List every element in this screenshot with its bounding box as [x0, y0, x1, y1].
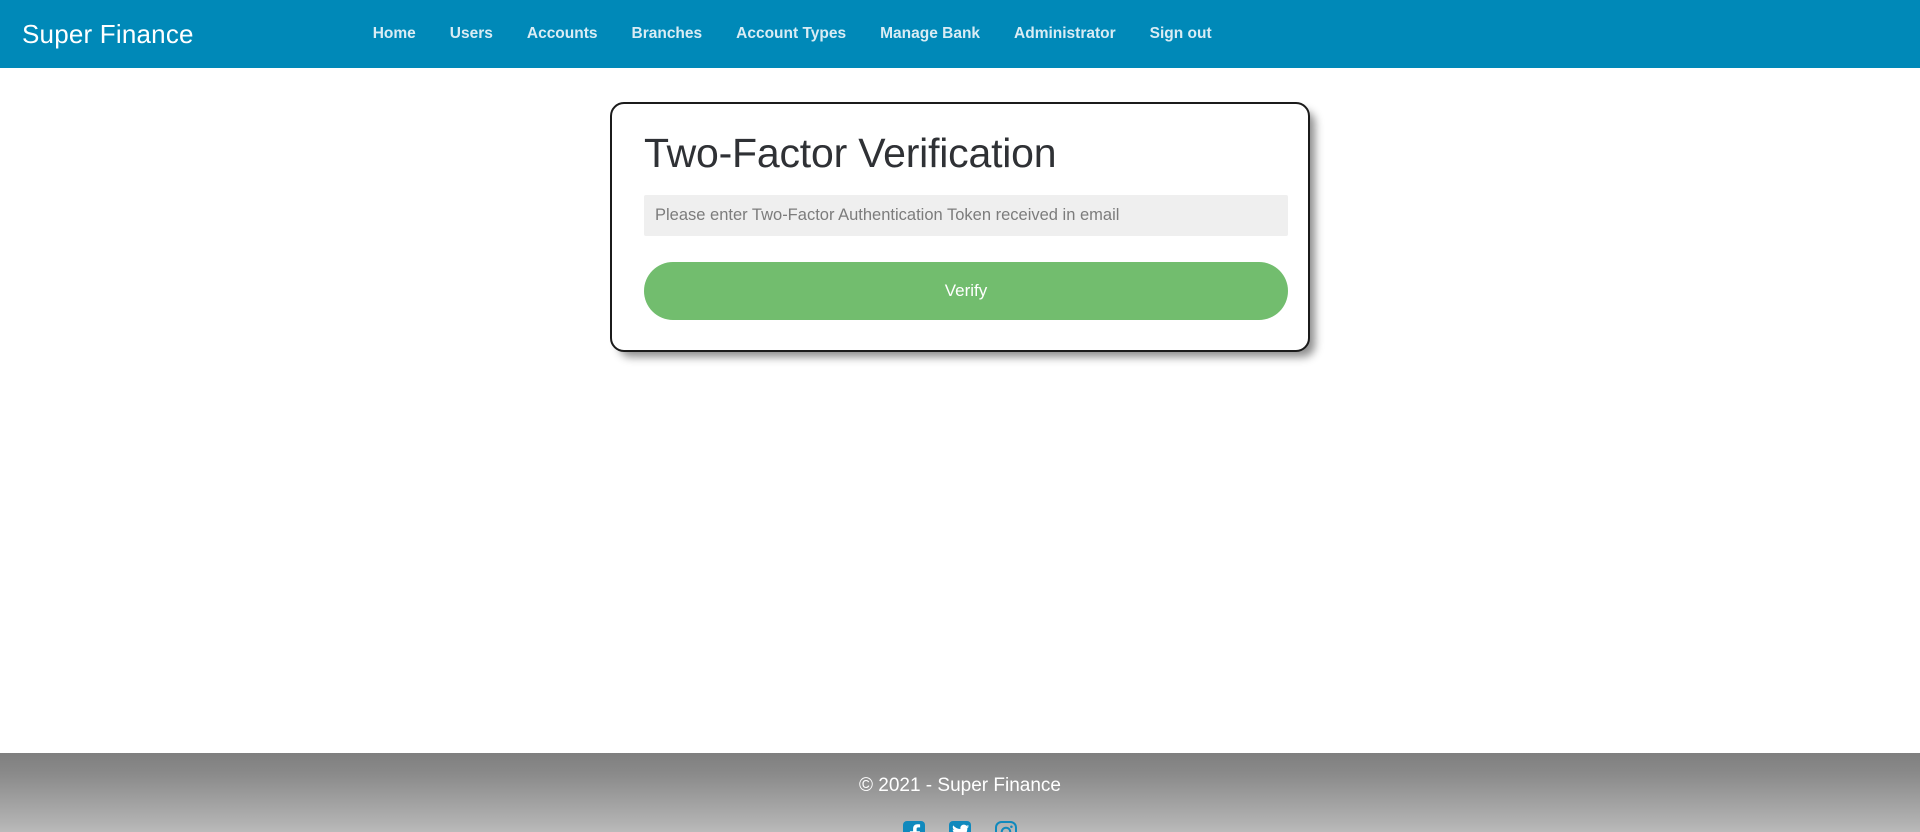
nav-link-branches[interactable]: Branches	[615, 20, 720, 48]
nav-link-home[interactable]: Home	[356, 20, 433, 48]
nav-link-users[interactable]: Users	[433, 20, 510, 48]
facebook-link[interactable]	[902, 820, 926, 832]
twitter-icon	[948, 820, 972, 832]
top-navbar: Super Finance Home Users Accounts Branch…	[0, 0, 1920, 68]
main-content: Two-Factor Verification Verify © 2021 - …	[0, 68, 1920, 832]
page-footer: © 2021 - Super Finance	[0, 753, 1920, 832]
instagram-icon	[994, 820, 1018, 832]
social-links	[0, 820, 1920, 832]
two-factor-verification-card: Two-Factor Verification Verify	[610, 102, 1310, 352]
twitter-link[interactable]	[948, 820, 972, 832]
nav-link-manage-bank[interactable]: Manage Bank	[863, 20, 997, 48]
nav-link-account-types[interactable]: Account Types	[719, 20, 863, 48]
nav-link-sign-out[interactable]: Sign out	[1133, 20, 1229, 48]
primary-navigation: Home Users Accounts Branches Account Typ…	[356, 20, 1229, 48]
copyright-text: © 2021 - Super Finance	[858, 775, 1061, 796]
page-title: Two-Factor Verification	[644, 130, 1057, 176]
instagram-link[interactable]	[994, 820, 1018, 832]
facebook-icon	[902, 820, 926, 832]
verify-button[interactable]: Verify	[644, 261, 1288, 320]
two-factor-token-input[interactable]	[644, 194, 1288, 236]
nav-link-accounts[interactable]: Accounts	[510, 20, 615, 48]
nav-link-administrator[interactable]: Administrator	[997, 20, 1133, 48]
brand-logo[interactable]: Super Finance	[22, 21, 194, 47]
